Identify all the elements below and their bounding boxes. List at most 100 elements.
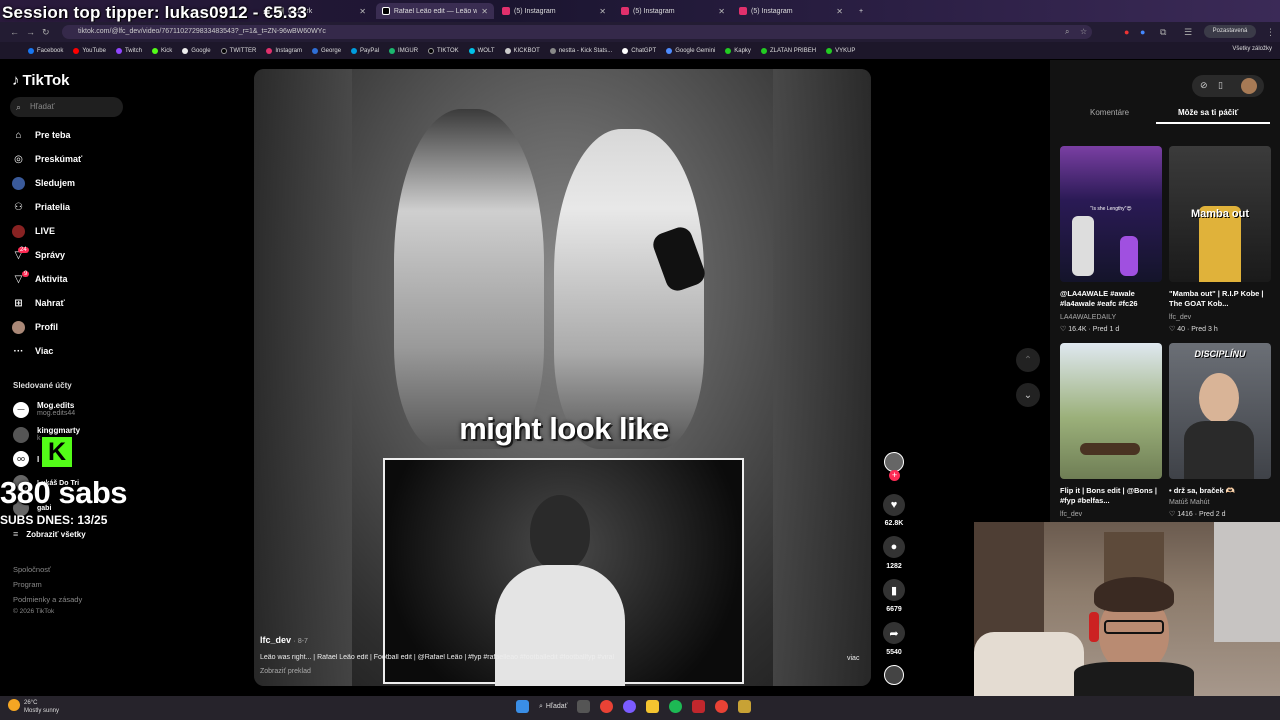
nav-more[interactable]: ··· Viac bbox=[12, 342, 54, 360]
avatar[interactable] bbox=[1241, 78, 1257, 94]
creator-avatar[interactable] bbox=[884, 452, 904, 472]
bookmark-twitch[interactable]: Twitch bbox=[115, 47, 142, 54]
taskbar-search[interactable]: ⌕ Hľadať bbox=[539, 703, 567, 711]
app-icon[interactable] bbox=[738, 700, 752, 713]
close-icon[interactable]: ✕ bbox=[599, 7, 606, 16]
new-tab-button[interactable]: + bbox=[853, 3, 869, 19]
bookmark-kickbot[interactable]: KICKBOT bbox=[504, 47, 540, 54]
bookmark-facebook[interactable]: Facebook bbox=[28, 47, 63, 54]
bookmark-youtube[interactable]: YouTube bbox=[73, 47, 106, 54]
show-translation-link[interactable]: Zobraziť preklad bbox=[260, 668, 311, 675]
next-video-chevron-down-icon[interactable]: ⌄ bbox=[1016, 383, 1040, 407]
search-input[interactable]: ⌕ Hľadať bbox=[10, 97, 123, 117]
card-title[interactable]: Flip it | Bons edit | @Bons | #fyp #belf… bbox=[1060, 486, 1164, 506]
forward-icon[interactable]: → bbox=[26, 27, 35, 37]
bookmark-nestta[interactable]: nestta - Kick Stats... bbox=[549, 47, 612, 54]
spotify-icon[interactable] bbox=[669, 700, 683, 713]
nav-upload[interactable]: ⊞ Nahrať bbox=[12, 294, 65, 312]
bookmark-zlatan[interactable]: ZLATAN PRIBEH bbox=[760, 47, 816, 54]
card-title[interactable]: @LA4AWALE #awale #la4awale #eafc #fc26 bbox=[1060, 289, 1164, 309]
profile-paused-pill[interactable]: Pozastavená bbox=[1204, 25, 1256, 38]
nav-explore[interactable]: ◎ Preskúmať bbox=[12, 150, 82, 168]
file-explorer-icon[interactable] bbox=[646, 700, 660, 713]
extension-icon[interactable]: ● bbox=[1124, 27, 1129, 37]
tab-comments[interactable]: Komentáre bbox=[1090, 108, 1129, 117]
video-player[interactable]: might look like lfc_dev · 8-7 Leão was r… bbox=[254, 69, 871, 686]
bookmark-kick[interactable]: Kick bbox=[151, 47, 172, 54]
bookmark-chatgpt[interactable]: ChatGPT bbox=[622, 47, 656, 54]
follow-plus-icon[interactable]: + bbox=[889, 470, 900, 481]
extension-icon[interactable]: ● bbox=[1140, 27, 1145, 37]
bookmark-gemini[interactable]: Google Gemini bbox=[666, 47, 715, 54]
video-thumbnail[interactable]: "Is she Lengthy"😍 bbox=[1060, 146, 1162, 282]
task-view-icon[interactable] bbox=[577, 700, 591, 713]
nav-activity[interactable]: ▽ Aktivita bbox=[12, 270, 68, 288]
tab-2[interactable]: (5) Instagram ✕ bbox=[496, 3, 612, 19]
footer-program[interactable]: Program bbox=[13, 580, 42, 589]
device-icon[interactable]: ▯ bbox=[1218, 80, 1223, 91]
profile-icon[interactable]: ☰ bbox=[1184, 27, 1192, 38]
nav-profile[interactable]: Profil bbox=[12, 318, 58, 336]
bookmark-icon[interactable]: ▮ bbox=[883, 579, 905, 601]
footer-company[interactable]: Spoločnosť bbox=[13, 565, 51, 574]
like-heart-icon[interactable]: ♥ bbox=[883, 494, 905, 516]
bookmark-twitter[interactable]: TWITTER bbox=[220, 47, 256, 54]
card-user[interactable]: Matúš Mahút bbox=[1169, 499, 1209, 506]
bookmark-paypal[interactable]: PayPal bbox=[351, 47, 379, 54]
nav-friends[interactable]: ⚇ Priatelia bbox=[12, 198, 70, 216]
card-user[interactable]: LA4AWALEDAILY bbox=[1060, 314, 1116, 321]
bookmark-star-icon[interactable]: ☆ bbox=[1080, 27, 1087, 36]
all-bookmarks[interactable]: Všetky záložky bbox=[1232, 46, 1272, 52]
card-title[interactable]: • drž sa, braček 🫶🏻 bbox=[1169, 486, 1273, 496]
mute-icon[interactable]: ⊘ bbox=[1200, 80, 1208, 91]
bookmark-kapky[interactable]: Kapky bbox=[725, 47, 751, 54]
card-user[interactable]: lfc_dev bbox=[1169, 314, 1191, 321]
tab-3[interactable]: (5) Instagram ✕ bbox=[615, 3, 731, 19]
bookmark-tiktok[interactable]: TIKTOK bbox=[428, 47, 459, 54]
footer-terms[interactable]: Podmienky a zásady bbox=[13, 595, 82, 604]
card-user[interactable]: lfc_dev bbox=[1060, 511, 1082, 518]
chrome-icon[interactable] bbox=[600, 700, 614, 713]
close-icon[interactable]: ✕ bbox=[359, 7, 366, 16]
share-arrow-icon[interactable]: ➦ bbox=[883, 622, 905, 644]
chrome-profile-icon[interactable] bbox=[715, 700, 729, 713]
close-icon[interactable]: ✕ bbox=[481, 7, 488, 16]
nav-live[interactable]: LIVE bbox=[12, 222, 55, 240]
bookmark-george[interactable]: George bbox=[312, 47, 341, 54]
nav-following[interactable]: Sledujem bbox=[12, 174, 75, 192]
tab-4[interactable]: (5) Instagram ✕ bbox=[733, 3, 849, 19]
tiktok-logo[interactable]: ♪ TikTok bbox=[12, 72, 69, 89]
comment-icon[interactable]: ● bbox=[883, 536, 905, 558]
video-thumbnail[interactable] bbox=[1060, 343, 1162, 479]
zoom-icon[interactable]: ⌕ bbox=[1065, 27, 1069, 37]
card-title[interactable]: "Mamba out" | R.I.P Kobe | The GOAT Kob.… bbox=[1169, 289, 1273, 309]
tab-you-may-like[interactable]: Môže sa ti páčiť bbox=[1178, 108, 1238, 117]
back-icon[interactable]: ← bbox=[10, 27, 19, 37]
reload-icon[interactable]: ↻ bbox=[42, 27, 50, 38]
music-disc-icon[interactable] bbox=[884, 665, 904, 685]
bookmark-wolt[interactable]: WOLT bbox=[468, 47, 495, 54]
show-all-followed[interactable]: ≡ Zobraziť všetky bbox=[13, 529, 86, 539]
video-author[interactable]: lfc_dev · 8-7 bbox=[260, 635, 308, 645]
browser-menu-icon[interactable]: ⋮ bbox=[1266, 27, 1275, 38]
bookmark-google[interactable]: Google bbox=[182, 47, 211, 54]
app-icon[interactable] bbox=[692, 700, 706, 713]
description-more-link[interactable]: viac bbox=[847, 655, 859, 662]
close-icon[interactable]: ✕ bbox=[836, 7, 843, 16]
close-icon[interactable]: ✕ bbox=[718, 7, 725, 16]
bookmark-vykup[interactable]: VYKUP bbox=[826, 47, 855, 54]
weather-widget[interactable]: 26°C Mostly sunny bbox=[8, 699, 59, 715]
url-field[interactable]: tiktok.com/@lfc_dev/video/76711027298334… bbox=[62, 25, 1092, 39]
previous-video-chevron-up-icon[interactable]: ⌃ bbox=[1016, 348, 1040, 372]
bookmark-imgur[interactable]: IMGUR bbox=[389, 47, 418, 54]
followed-account[interactable]: — Mog.edits mog.edits44 bbox=[13, 401, 75, 418]
tab-1[interactable]: Rafael Leão edit — Leão was r ✕ bbox=[376, 3, 494, 19]
video-thumbnail[interactable]: Mamba out bbox=[1169, 146, 1271, 282]
video-thumbnail[interactable]: DISCIPLÍNU bbox=[1169, 343, 1271, 479]
bookmark-instagram[interactable]: Instagram bbox=[266, 47, 302, 54]
followed-account[interactable]: oo l bbox=[13, 451, 39, 467]
windows-start-icon[interactable] bbox=[516, 700, 529, 713]
nav-for-you[interactable]: ⌂ Pre teba bbox=[12, 126, 70, 144]
extensions-puzzle-icon[interactable]: ⧉ bbox=[1160, 27, 1166, 38]
discord-icon[interactable] bbox=[623, 700, 637, 713]
